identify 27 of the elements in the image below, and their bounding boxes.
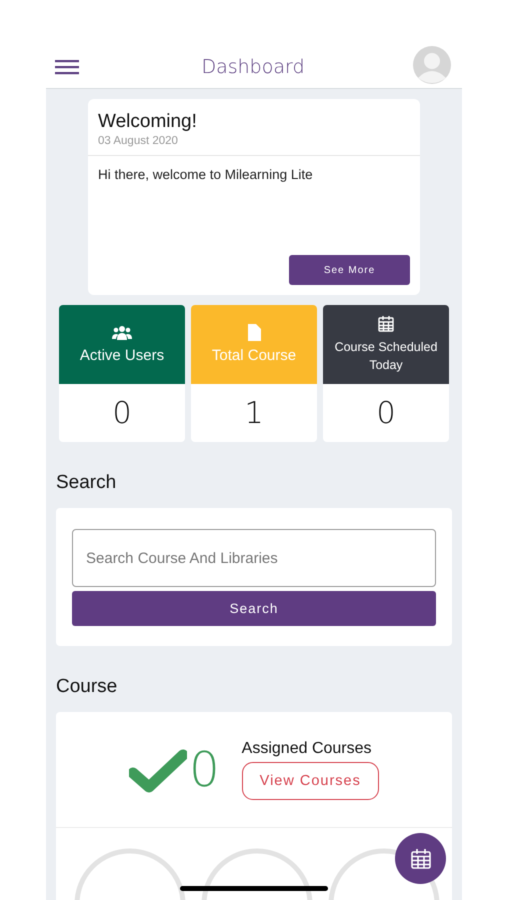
stat-card[interactable]: Active Users 0 <box>59 305 185 442</box>
calendar-icon <box>410 848 430 869</box>
stat-label: Total Course <box>212 347 296 365</box>
view-courses-button[interactable]: View Courses <box>242 762 379 800</box>
see-more-button[interactable]: See More <box>289 255 410 285</box>
menu-icon[interactable] <box>55 58 79 74</box>
section-heading: Search <box>56 472 118 494</box>
section-heading: Course <box>56 676 118 698</box>
calendar-icon <box>378 315 394 332</box>
stat-value: 0 <box>111 394 133 432</box>
page-title: Dashboard <box>201 56 305 78</box>
stat-label: Course Scheduled Today <box>334 339 438 374</box>
stat-label: Active Users <box>80 346 164 364</box>
welcome-date: 03 August 2020 <box>98 135 179 147</box>
users-icon <box>112 324 132 340</box>
stat-card[interactable]: Total Course 1 <box>191 305 317 442</box>
welcome-title: Welcoming! <box>98 111 198 133</box>
search-button[interactable]: Search <box>72 591 436 626</box>
stat-value: 0 <box>375 394 397 432</box>
assigned-label: Assigned Courses <box>242 740 372 758</box>
search-field[interactable]: Search Course And Libraries <box>72 529 436 587</box>
assigned-count: 0 <box>189 742 220 798</box>
checkmark-icon <box>129 746 188 792</box>
document-icon <box>248 324 260 341</box>
welcome-message: Hi there, welcome to Milearning Lite <box>98 167 313 182</box>
stat-value: 1 <box>243 394 265 432</box>
stat-card[interactable]: Course Scheduled Today 0 <box>323 305 449 442</box>
